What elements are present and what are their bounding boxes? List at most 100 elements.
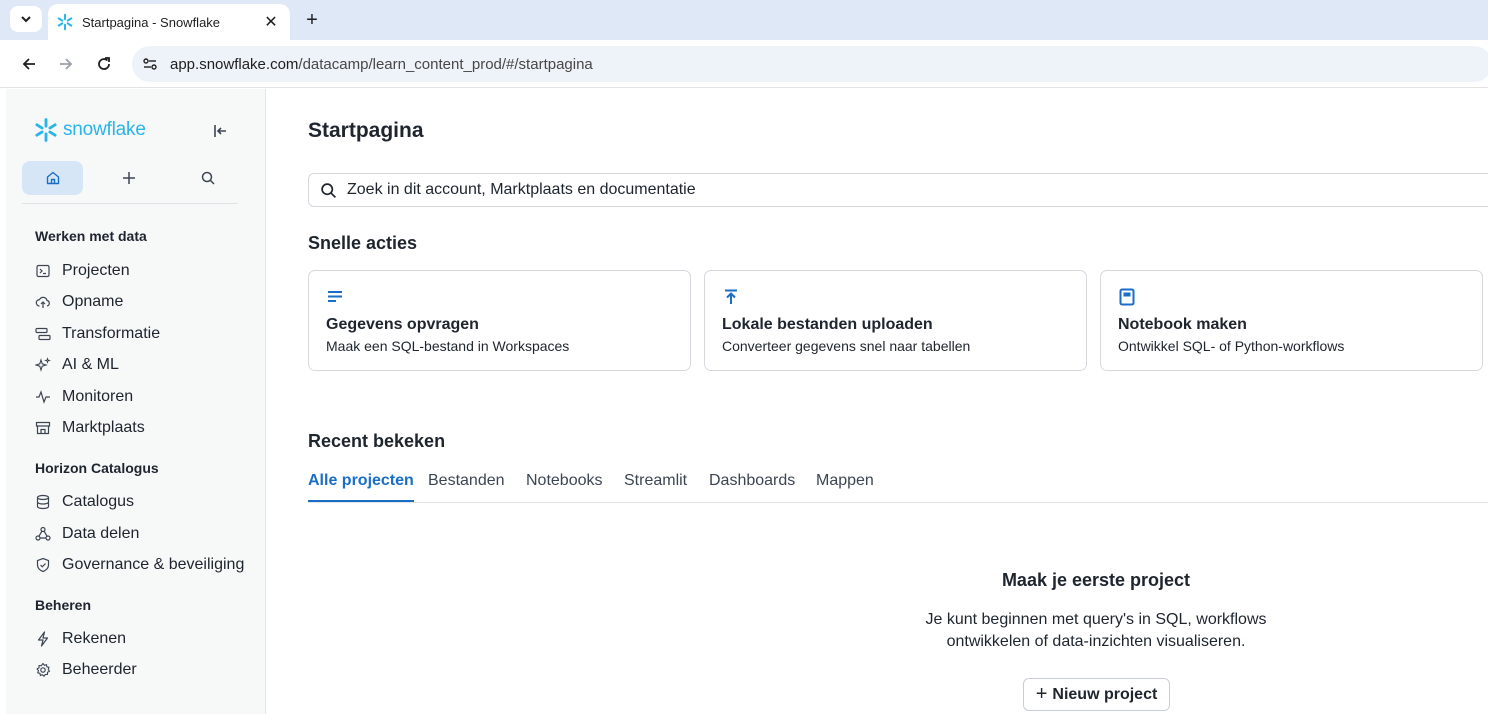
search-icon: [320, 181, 338, 199]
url-host: app.snowflake.com: [170, 55, 299, 73]
sidebar-item-label: Monitoren: [62, 388, 134, 405]
forward-icon: [60, 58, 73, 70]
sidebar-item-beheerder[interactable]: Beheerder: [35, 657, 260, 683]
sidebar-item-data-delen[interactable]: Data delen: [35, 521, 260, 547]
sidebar-item-label: Marktplaats: [62, 419, 145, 436]
sidebar-item-label: Data delen: [62, 525, 140, 542]
sidebar-item-catalogus[interactable]: Catalogus: [35, 489, 260, 515]
tab-title: Startpagina - Snowflake: [82, 14, 221, 30]
plus-icon: [123, 172, 135, 184]
notebook-icon: [1119, 288, 1135, 306]
quick-action-query-card[interactable]: Gegevens opvragen Maak een SQL-bestand i…: [308, 270, 691, 371]
sidebar-section-title: Horizon Catalogus: [35, 460, 159, 476]
plus-icon: +: [306, 8, 318, 31]
search-input[interactable]: Zoek in dit account, Marktplaats en docu…: [308, 173, 1488, 207]
collapse-sidebar-button[interactable]: [210, 121, 230, 141]
snowflake-logo[interactable]: snowflake: [33, 117, 146, 143]
tab-dashboards[interactable]: Dashboards: [709, 472, 795, 500]
collapse-icon: [214, 125, 226, 137]
reload-button[interactable]: [92, 52, 116, 76]
database-icon: [35, 494, 51, 510]
site-info-button[interactable]: [140, 54, 160, 74]
sidebar-item-label: Rekenen: [62, 630, 127, 647]
sidebar-item-label: AI & ML: [62, 356, 119, 373]
quick-action-title: Gegevens opvragen: [326, 316, 479, 333]
quick-action-title: Lokale bestanden uploaden: [722, 316, 933, 333]
sidebar-item-marktplaats[interactable]: Marktplaats: [35, 415, 260, 441]
sidebar-item-label: Governance & beveiliging: [62, 556, 245, 573]
quick-action-notebook-card[interactable]: Notebook maken Ontwikkel SQL- of Python-…: [1100, 270, 1483, 371]
page-title: Startpagina: [308, 119, 424, 142]
new-project-label: Nieuw project: [1052, 685, 1158, 703]
reload-icon: [98, 57, 110, 70]
sidebar-item-governance[interactable]: Governance & beveiliging: [35, 552, 260, 578]
sparkle-icon: [35, 357, 51, 373]
snowflake-logo-icon: [35, 118, 57, 142]
tab-list-button[interactable]: [10, 6, 42, 32]
quick-action-desc: Maak een SQL-bestand in Workspaces: [326, 338, 570, 354]
recent-heading: Recent bekeken: [308, 431, 446, 451]
browser-toolbar: app.snowflake.com/datacamp/learn_content…: [0, 40, 1488, 88]
sidebar-item-label: Projecten: [62, 262, 130, 279]
empty-state-line: Je kunt beginnen met query's in SQL, wor…: [925, 611, 1267, 628]
empty-state-line: ontwikkelen of data-inzichten visualiser…: [946, 633, 1246, 650]
quick-actions-heading: Snelle acties: [308, 233, 418, 253]
transform-icon: [35, 326, 51, 342]
home-icon: [46, 171, 59, 185]
sidebar-divider: [22, 203, 238, 204]
sidebar-item-ai-ml[interactable]: AI & ML: [35, 352, 260, 378]
browser-tab-strip: Startpagina - Snowflake ✕ +: [0, 0, 1488, 40]
search-icon: [201, 171, 215, 185]
empty-state-text: Je kunt beginnen met query's in SQL, wor…: [896, 609, 1296, 653]
sidebar-section-title: Beheren: [35, 597, 92, 613]
gear-icon: [35, 662, 51, 678]
shield-icon: [35, 557, 51, 573]
sidebar-item-transformatie[interactable]: Transformatie: [35, 321, 260, 347]
address-bar[interactable]: app.snowflake.com/datacamp/learn_content…: [132, 46, 1488, 82]
logo-text: snowflake: [63, 119, 146, 140]
sidebar-item-label: Catalogus: [62, 493, 135, 510]
search-placeholder: Zoek in dit account, Marktplaats en docu…: [347, 181, 696, 198]
close-icon[interactable]: ✕: [262, 13, 280, 31]
site-info-icon: [143, 58, 157, 70]
sidebar-section-title: Werken met data: [35, 228, 147, 244]
sidebar-item-opname[interactable]: Opname: [35, 289, 260, 315]
sidebar-item-rekenen[interactable]: Rekenen: [35, 626, 260, 652]
quick-action-upload-card[interactable]: Lokale bestanden uploaden Converteer geg…: [704, 270, 1087, 371]
quick-action-title: Notebook maken: [1118, 316, 1247, 333]
browser-tab[interactable]: Startpagina - Snowflake ✕: [48, 4, 290, 40]
sidebar-item-label: Transformatie: [62, 325, 161, 342]
sidebar-item-projecten[interactable]: Projecten: [35, 258, 260, 284]
activity-icon: [35, 389, 51, 405]
quick-action-desc: Ontwikkel SQL- of Python-workflows: [1118, 338, 1345, 354]
sidebar-search-button[interactable]: [192, 161, 224, 195]
new-project-button[interactable]: + Nieuw project: [1023, 678, 1170, 711]
sql-lines-icon: [328, 291, 342, 302]
storefront-icon: [35, 420, 51, 436]
tab-alle-projecten[interactable]: Alle projecten: [308, 472, 414, 502]
plus-icon: +: [1035, 683, 1048, 705]
create-button[interactable]: [113, 161, 145, 195]
home-button[interactable]: [22, 161, 83, 195]
recent-tabs: Alle projecten Bestanden Notebooks Strea…: [308, 464, 1488, 503]
share-icon: [35, 526, 51, 542]
sidebar-item-label: Beheerder: [62, 661, 137, 678]
back-button[interactable]: [17, 52, 41, 76]
tab-bestanden[interactable]: Bestanden: [428, 472, 505, 500]
tab-list-icon: [21, 16, 31, 23]
sidebar-item-monitoren[interactable]: Monitoren: [35, 384, 260, 410]
snowflake-favicon-icon: [57, 13, 73, 31]
tab-streamlit[interactable]: Streamlit: [624, 472, 687, 500]
tab-mappen[interactable]: Mappen: [816, 472, 874, 500]
new-tab-button[interactable]: +: [300, 8, 324, 32]
sidebar-quick-actions: [22, 161, 238, 195]
forward-button[interactable]: [54, 52, 78, 76]
sidebar: snowflake Werken met data Projecten Opna…: [6, 89, 266, 714]
cloud-upload-icon: [35, 294, 51, 310]
tab-notebooks[interactable]: Notebooks: [526, 472, 603, 500]
quick-action-desc: Converteer gegevens snel naar tabellen: [722, 338, 971, 354]
main-content: Startpagina Zoek in dit account, Marktpl…: [266, 89, 1488, 714]
empty-state-title: Maak je eerste project: [1001, 570, 1191, 590]
sidebar-item-label: Opname: [62, 293, 124, 310]
terminal-icon: [35, 263, 51, 279]
